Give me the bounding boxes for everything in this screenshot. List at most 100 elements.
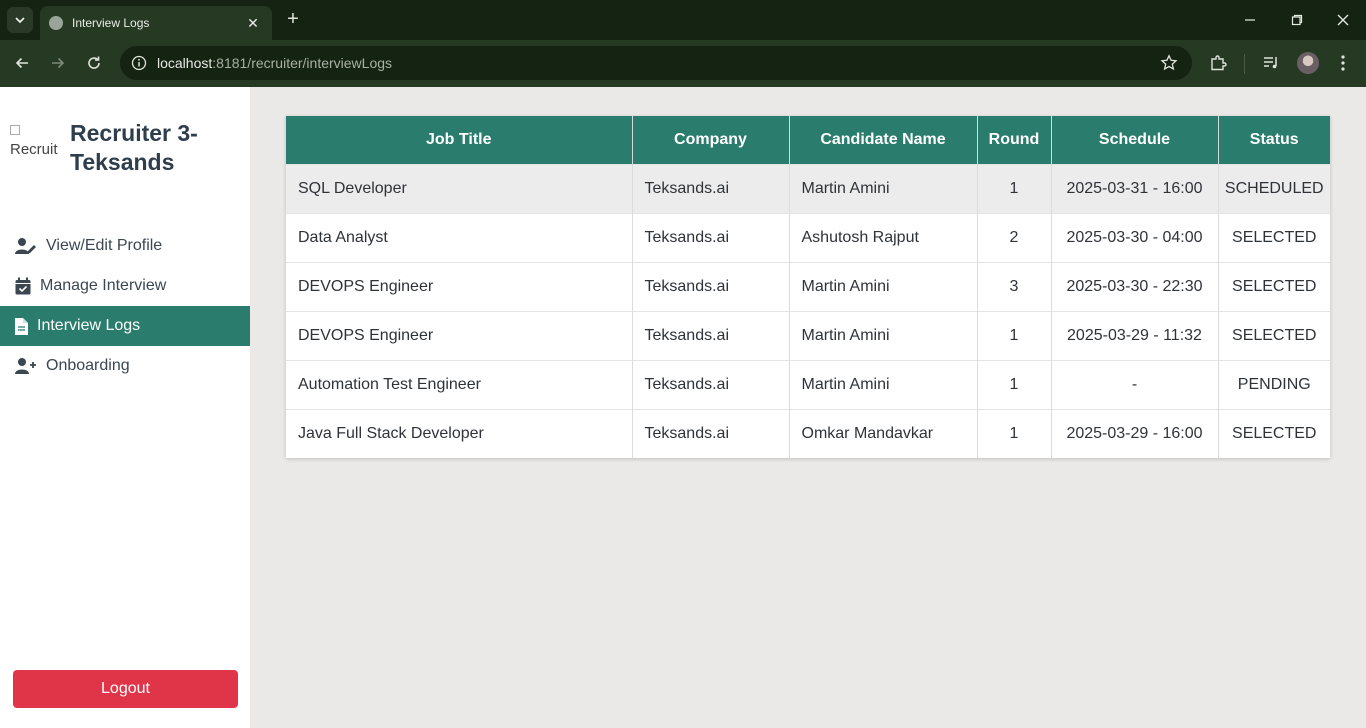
job-title-cell: Automation Test Engineer bbox=[286, 359, 633, 409]
sidebar-item-view-edit-profile[interactable]: View/Edit Profile bbox=[0, 226, 250, 266]
job-title-cell: DEVOPS Engineer bbox=[286, 261, 633, 311]
column-header-candidate-name[interactable]: Candidate Name bbox=[789, 116, 978, 164]
browser-toolbar: localhost:8181/recruiter/interviewLogs bbox=[0, 40, 1366, 87]
logout-button[interactable]: Logout bbox=[13, 670, 238, 708]
company-cell: Teksands.ai bbox=[632, 163, 790, 213]
candidate-name-cell: Ashutosh Rajput bbox=[789, 212, 978, 262]
column-header-schedule[interactable]: Schedule bbox=[1051, 116, 1219, 164]
brand-title: Recruiter 3-Teksands bbox=[70, 120, 198, 175]
browser-tab-strip: Interview Logs ✕ + bbox=[0, 0, 1366, 40]
reload-icon bbox=[88, 56, 100, 69]
table-row[interactable]: DEVOPS Engineer Teksands.ai Martin Amini… bbox=[286, 310, 1330, 360]
round-cell: 1 bbox=[977, 408, 1052, 458]
new-tab-button[interactable]: + bbox=[282, 9, 304, 31]
media-controls-button[interactable] bbox=[1261, 53, 1281, 73]
schedule-cell: 2025-03-30 - 22:30 bbox=[1051, 261, 1219, 311]
url-path: :8181/recruiter/interviewLogs bbox=[212, 55, 393, 71]
table-header-row: Job Title Company Candidate Name Round S… bbox=[286, 116, 1330, 164]
tab-close-icon[interactable]: ✕ bbox=[244, 15, 262, 32]
user-edit-icon bbox=[15, 238, 36, 254]
restore-button[interactable] bbox=[1285, 8, 1309, 32]
status-cell: SELECTED bbox=[1218, 408, 1330, 458]
restore-icon bbox=[1291, 14, 1303, 26]
arrow-right-icon bbox=[52, 57, 65, 69]
table-row[interactable]: Data Analyst Teksands.ai Ashutosh Rajput… bbox=[286, 212, 1330, 262]
sidebar-item-label: Interview Logs bbox=[37, 317, 141, 334]
close-icon bbox=[1337, 14, 1349, 26]
schedule-cell: 2025-03-30 - 04:00 bbox=[1051, 212, 1219, 262]
bookmark-star-icon[interactable] bbox=[1160, 54, 1178, 72]
profile-avatar[interactable] bbox=[1297, 52, 1319, 74]
round-cell: 3 bbox=[977, 261, 1052, 311]
browser-tab[interactable]: Interview Logs ✕ bbox=[40, 6, 272, 40]
brand-logo-alt-text: Recruit bbox=[10, 141, 58, 158]
minimize-button[interactable] bbox=[1238, 8, 1262, 32]
table-row[interactable]: Java Full Stack Developer Teksands.ai Om… bbox=[286, 408, 1330, 458]
sidebar-nav: View/Edit Profile Manage Interview Inter… bbox=[0, 226, 250, 386]
arrow-left-icon bbox=[15, 57, 28, 69]
job-title-cell: DEVOPS Engineer bbox=[286, 310, 633, 360]
sidebar: Recruit Recruiter 3-Teksands View/Edit P… bbox=[0, 87, 250, 728]
status-cell: SCHEDULED bbox=[1218, 163, 1330, 213]
logs-table: Job Title Company Candidate Name Round S… bbox=[286, 116, 1330, 458]
close-window-button[interactable] bbox=[1331, 8, 1355, 32]
candidate-name-cell: Martin Amini bbox=[789, 261, 978, 311]
schedule-cell: - bbox=[1051, 359, 1219, 409]
schedule-cell: 2025-03-29 - 11:32 bbox=[1051, 310, 1219, 360]
job-title-cell: Java Full Stack Developer bbox=[286, 408, 633, 458]
address-bar[interactable]: localhost:8181/recruiter/interviewLogs bbox=[120, 46, 1192, 80]
more-vertical-icon bbox=[1341, 55, 1345, 71]
tab-search-button[interactable] bbox=[7, 7, 33, 33]
status-cell: SELECTED bbox=[1218, 310, 1330, 360]
user-plus-icon bbox=[15, 358, 36, 374]
column-header-round[interactable]: Round bbox=[977, 116, 1052, 164]
tab-title: Interview Logs bbox=[72, 16, 150, 30]
round-cell: 1 bbox=[977, 359, 1052, 409]
brand-logo-broken-image: Recruit bbox=[10, 123, 62, 163]
sidebar-item-label: View/Edit Profile bbox=[46, 237, 163, 254]
company-cell: Teksands.ai bbox=[632, 359, 790, 409]
column-header-job-title[interactable]: Job Title bbox=[286, 116, 633, 164]
status-cell: SELECTED bbox=[1218, 261, 1330, 311]
chevron-down-icon bbox=[15, 17, 25, 24]
company-cell: Teksands.ai bbox=[632, 212, 790, 262]
calendar-check-icon bbox=[15, 277, 31, 295]
sidebar-item-interview-logs[interactable]: Interview Logs bbox=[0, 306, 250, 346]
url-text: localhost:8181/recruiter/interviewLogs bbox=[157, 55, 392, 71]
interview-logs-table: Job Title Company Candidate Name Round S… bbox=[286, 116, 1330, 458]
globe-icon bbox=[49, 16, 63, 30]
round-cell: 1 bbox=[977, 310, 1052, 360]
playlist-icon bbox=[1264, 57, 1277, 69]
sidebar-item-onboarding[interactable]: Onboarding bbox=[0, 346, 250, 386]
reload-button[interactable] bbox=[81, 50, 107, 76]
sidebar-item-manage-interview[interactable]: Manage Interview bbox=[0, 266, 250, 306]
minimize-icon bbox=[1245, 19, 1255, 21]
candidate-name-cell: Martin Amini bbox=[789, 310, 978, 360]
candidate-name-cell: Martin Amini bbox=[789, 359, 978, 409]
file-lines-icon bbox=[15, 317, 28, 335]
candidate-name-cell: Martin Amini bbox=[789, 163, 978, 213]
table-row[interactable]: SQL Developer Teksands.ai Martin Amini 1… bbox=[286, 163, 1330, 213]
puzzle-icon bbox=[1211, 55, 1227, 71]
browser-menu-button[interactable] bbox=[1333, 53, 1353, 73]
status-cell: SELECTED bbox=[1218, 212, 1330, 262]
schedule-cell: 2025-03-29 - 16:00 bbox=[1051, 408, 1219, 458]
table-row[interactable]: Automation Test Engineer Teksands.ai Mar… bbox=[286, 359, 1330, 409]
broken-image-icon bbox=[10, 125, 20, 135]
company-cell: Teksands.ai bbox=[632, 310, 790, 360]
site-info-icon[interactable] bbox=[131, 55, 147, 71]
back-button[interactable] bbox=[9, 50, 35, 76]
column-header-company[interactable]: Company bbox=[632, 116, 790, 164]
sidebar-item-label: Onboarding bbox=[46, 357, 130, 374]
company-cell: Teksands.ai bbox=[632, 261, 790, 311]
sidebar-item-label: Manage Interview bbox=[40, 277, 167, 294]
candidate-name-cell: Omkar Mandavkar bbox=[789, 408, 978, 458]
column-header-status[interactable]: Status bbox=[1218, 116, 1330, 164]
toolbar-divider bbox=[1244, 54, 1245, 74]
url-host: localhost bbox=[157, 55, 213, 71]
table-row[interactable]: DEVOPS Engineer Teksands.ai Martin Amini… bbox=[286, 261, 1330, 311]
schedule-cell: 2025-03-31 - 16:00 bbox=[1051, 163, 1219, 213]
extensions-button[interactable] bbox=[1208, 53, 1228, 73]
forward-button[interactable] bbox=[45, 50, 71, 76]
company-cell: Teksands.ai bbox=[632, 408, 790, 458]
